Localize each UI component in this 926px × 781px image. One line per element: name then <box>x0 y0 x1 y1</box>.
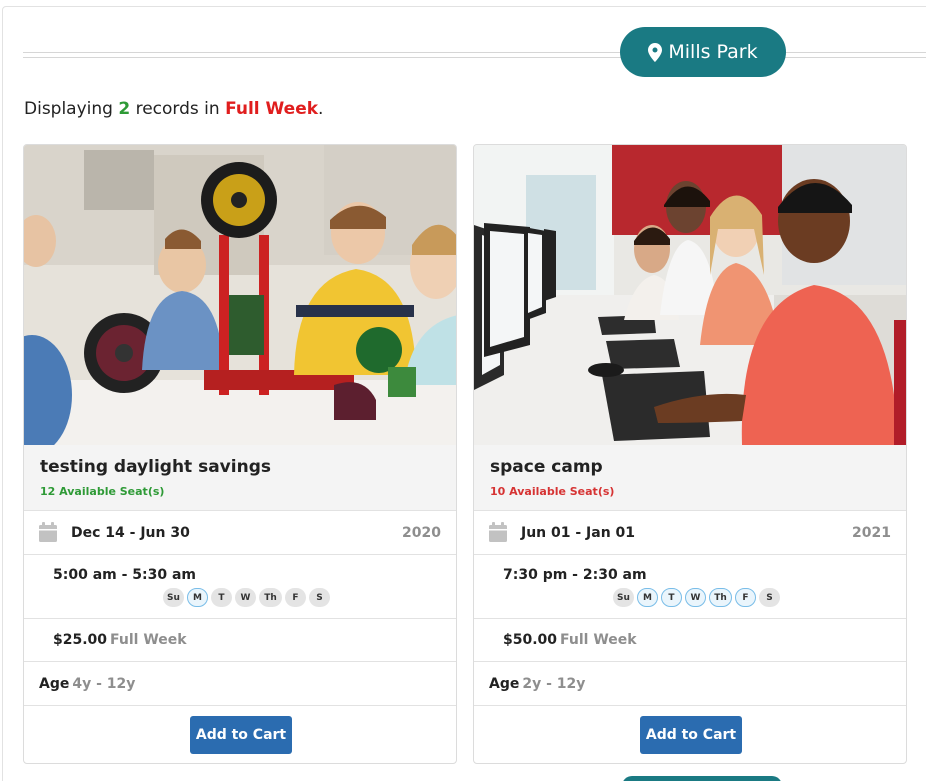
program-image-computer-lab[interactable] <box>474 145 906 445</box>
summary-prefix: Displaying <box>24 99 113 119</box>
calendar-icon <box>39 522 57 546</box>
day-s: S <box>309 588 330 607</box>
day-m: M <box>187 588 208 607</box>
location-divider <box>23 52 926 58</box>
date-range: Dec 14 - Jun 30 <box>71 525 190 541</box>
program-image-robotics[interactable] <box>24 145 456 445</box>
price-row: $25.00 Full Week <box>24 619 456 662</box>
weekday-list: Su M T W Th F S <box>613 588 780 607</box>
day-m: M <box>637 588 658 607</box>
price-amount: $25.00 <box>53 632 108 648</box>
age-label: Age <box>39 676 70 692</box>
price-amount: $50.00 <box>503 632 558 648</box>
date-year: 2020 <box>402 525 441 541</box>
age-range: 2y - 12y <box>522 676 586 692</box>
records-count: 2 <box>118 99 131 119</box>
price-unit: Full Week <box>560 632 637 648</box>
date-year: 2021 <box>852 525 891 541</box>
day-w: W <box>235 588 256 607</box>
day-su: Su <box>163 588 184 607</box>
age-range: 4y - 12y <box>72 676 136 692</box>
date-row: Dec 14 - Jun 30 2020 <box>24 511 456 555</box>
program-card: space camp 10 Available Seat(s) Jun 01 -… <box>473 144 907 764</box>
location-button[interactable]: Mills Park <box>620 27 786 77</box>
date-range: Jun 01 - Jan 01 <box>521 525 636 541</box>
available-seats: 10 Available Seat(s) <box>490 485 615 498</box>
price: $25.00 Full Week <box>53 632 187 648</box>
day-f: F <box>735 588 756 607</box>
day-f: F <box>285 588 306 607</box>
location-name: Mills Park <box>668 41 758 63</box>
summary-suffix: . <box>318 99 324 119</box>
summary-middle: records in <box>135 99 220 119</box>
action-row: Add to Cart <box>24 706 456 763</box>
day-th: Th <box>259 588 282 607</box>
day-w: W <box>685 588 706 607</box>
available-seats: 12 Available Seat(s) <box>40 485 165 498</box>
program-title[interactable]: testing daylight savings <box>40 457 271 477</box>
records-summary: Displaying 2 records in Full Week. <box>24 99 323 119</box>
day-su: Su <box>613 588 634 607</box>
schedule-row: 5:00 am - 5:30 am Su M T W Th F S <box>24 555 456 619</box>
age-label: Age <box>489 676 520 692</box>
age-row: Age 4y - 12y <box>24 662 456 706</box>
add-to-cart-button[interactable]: Add to Cart <box>190 716 292 754</box>
price-row: $50.00 Full Week <box>474 619 906 662</box>
program-title[interactable]: space camp <box>490 457 603 477</box>
price: $50.00 Full Week <box>503 632 637 648</box>
day-t: T <box>211 588 232 607</box>
weekday-list: Su M T W Th F S <box>163 588 330 607</box>
calendar-icon <box>489 522 507 546</box>
program-header: testing daylight savings 12 Available Se… <box>24 445 456 511</box>
schedule-row: 7:30 pm - 2:30 am Su M T W Th F S <box>474 555 906 619</box>
program-card: testing daylight savings 12 Available Se… <box>23 144 457 764</box>
age-row: Age 2y - 12y <box>474 662 906 706</box>
age: Age 2y - 12y <box>489 676 585 692</box>
action-row: Add to Cart <box>474 706 906 763</box>
day-t: T <box>661 588 682 607</box>
map-pin-icon <box>648 42 663 62</box>
week-filter: Full Week <box>225 99 319 119</box>
day-th: Th <box>709 588 732 607</box>
add-to-cart-button[interactable]: Add to Cart <box>640 716 742 754</box>
program-header: space camp 10 Available Seat(s) <box>474 445 906 511</box>
time-range: 7:30 pm - 2:30 am <box>503 567 647 583</box>
price-unit: Full Week <box>110 632 187 648</box>
age: Age 4y - 12y <box>39 676 135 692</box>
next-location-button[interactable] <box>622 776 782 781</box>
day-s: S <box>759 588 780 607</box>
date-row: Jun 01 - Jan 01 2021 <box>474 511 906 555</box>
time-range: 5:00 am - 5:30 am <box>53 567 197 583</box>
